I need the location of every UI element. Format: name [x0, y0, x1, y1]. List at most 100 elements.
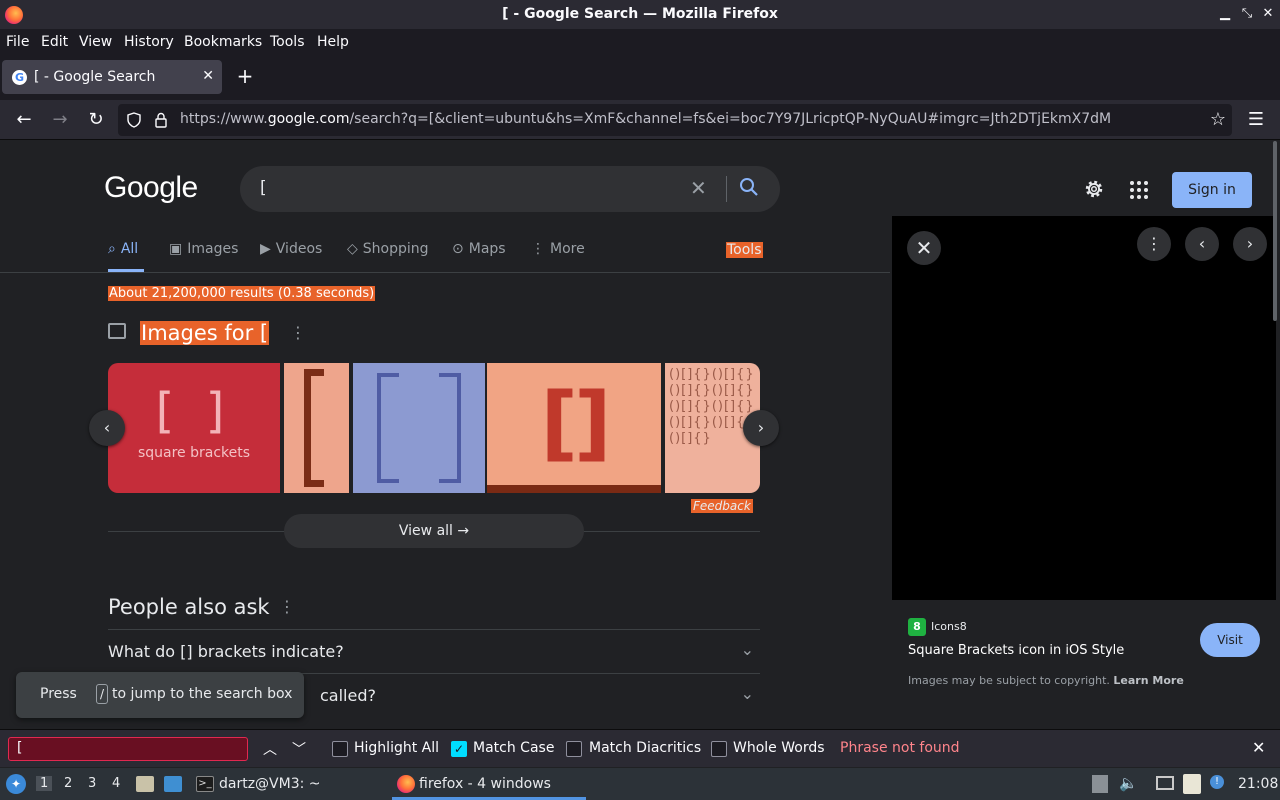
- workspace-2[interactable]: 2: [64, 776, 72, 791]
- image-thumb-red-braces[interactable]: []{}: [487, 363, 661, 493]
- carousel-next-button[interactable]: ›: [743, 410, 779, 446]
- workspace-3[interactable]: 3: [88, 776, 96, 791]
- search-box[interactable]: [ ✕: [240, 166, 780, 212]
- image-title[interactable]: Square Brackets icon in iOS Style: [908, 643, 1124, 658]
- thumb-left-bracket: [377, 373, 399, 483]
- paa-more-icon[interactable]: ⋮: [279, 599, 295, 615]
- copyright-note: Images may be subject to copyright. Lear…: [908, 674, 1184, 687]
- back-icon[interactable]: ←: [12, 108, 36, 132]
- match-diacritics-checkbox[interactable]: [566, 741, 582, 757]
- menu-edit[interactable]: Edit: [41, 34, 68, 50]
- active-tab-indicator: [108, 269, 144, 272]
- lock-icon[interactable]: [154, 112, 168, 128]
- url-bar[interactable]: https://www.google.com/search?q=[&client…: [118, 104, 1232, 136]
- source-name[interactable]: Icons8: [931, 620, 967, 633]
- search-icon[interactable]: [738, 176, 760, 198]
- images-heading[interactable]: Images for [: [140, 321, 270, 345]
- image-viewer[interactable]: [892, 216, 1276, 600]
- match-case-checkbox[interactable]: ✓: [451, 741, 467, 757]
- workspace-4[interactable]: 4: [112, 776, 120, 791]
- restore-icon[interactable]: ⤡: [1238, 5, 1256, 23]
- minimize-icon[interactable]: ▁: [1216, 5, 1234, 23]
- tab-close-icon[interactable]: ✕: [202, 68, 214, 84]
- tab-videos[interactable]: ▶ Videos: [260, 241, 322, 257]
- panel-more-icon[interactable]: ⋮: [1137, 227, 1171, 261]
- find-previous-icon[interactable]: ︿: [263, 739, 277, 759]
- google-apps-icon[interactable]: [1130, 181, 1148, 199]
- whole-words-checkbox[interactable]: [711, 741, 727, 757]
- clock[interactable]: 21:08: [1238, 776, 1278, 792]
- workspace-1[interactable]: 1: [36, 776, 53, 791]
- sign-in-button[interactable]: Sign in: [1172, 172, 1252, 208]
- whole-words-label[interactable]: Whole Words: [733, 740, 825, 756]
- search-input[interactable]: [: [260, 178, 267, 198]
- image-thumb-blue-brackets[interactable]: [353, 363, 485, 493]
- clipboard-icon[interactable]: [1183, 774, 1201, 794]
- reload-icon[interactable]: ↻: [84, 108, 108, 132]
- page-scrollbar[interactable]: [1273, 141, 1277, 321]
- forward-icon[interactable]: →: [48, 108, 72, 132]
- hamburger-menu-icon[interactable]: ☰: [1244, 108, 1268, 132]
- panel-prev-icon[interactable]: ‹: [1185, 227, 1219, 261]
- arrow-right-icon: →: [457, 523, 470, 539]
- thumb-right-bracket: [439, 373, 461, 483]
- updates-icon[interactable]: !: [1210, 775, 1224, 789]
- file-manager-icon[interactable]: [136, 776, 154, 792]
- show-desktop-icon[interactable]: [164, 776, 182, 792]
- menu-view[interactable]: View: [79, 34, 112, 50]
- tab-maps[interactable]: ⊙ Maps: [452, 241, 506, 257]
- highlight-all-label[interactable]: Highlight All: [354, 740, 439, 756]
- highlight-all-checkbox[interactable]: [332, 741, 348, 757]
- find-close-icon[interactable]: ✕: [1252, 738, 1265, 757]
- tab-shopping[interactable]: ◇ Shopping: [347, 241, 429, 257]
- image-thumb-square-brackets[interactable]: [ ] square brackets: [108, 363, 280, 493]
- search-divider: [726, 176, 727, 202]
- carousel-prev-button[interactable]: ‹: [89, 410, 125, 446]
- url-text[interactable]: https://www.google.com/search?q=[&client…: [180, 111, 1111, 127]
- icons8-logo-icon: 8: [908, 618, 926, 636]
- panel-next-icon[interactable]: ›: [1233, 227, 1267, 261]
- menu-tools[interactable]: Tools: [270, 34, 305, 50]
- tab-more[interactable]: ⋮ More: [531, 241, 585, 257]
- learn-more-link[interactable]: Learn More: [1113, 674, 1183, 687]
- view-all-button[interactable]: View all →: [284, 514, 584, 548]
- menu-file[interactable]: File: [6, 34, 29, 50]
- shield-icon[interactable]: [126, 112, 142, 128]
- volume-icon[interactable]: 🔈: [1119, 774, 1138, 792]
- app-menu-icon[interactable]: ✦: [6, 774, 26, 794]
- task-terminal[interactable]: dartz@VM3: ~: [219, 776, 321, 792]
- toast-text-press: Press: [40, 686, 77, 702]
- close-panel-button[interactable]: ✕: [907, 231, 941, 265]
- tab-all[interactable]: ⌕ All: [108, 241, 138, 257]
- menu-bookmarks[interactable]: Bookmarks: [184, 34, 262, 50]
- network-icon[interactable]: [1156, 776, 1174, 790]
- menu-history[interactable]: History: [124, 34, 174, 50]
- search-small-icon: ⌕: [108, 241, 116, 257]
- menu-help[interactable]: Help: [317, 34, 349, 50]
- new-tab-button[interactable]: +: [235, 64, 255, 88]
- image-thumb-orange-bracket[interactable]: [284, 363, 349, 493]
- match-case-label[interactable]: Match Case: [473, 740, 554, 756]
- more-vert-icon: ⋮: [531, 241, 545, 257]
- visit-button[interactable]: Visit: [1200, 623, 1260, 657]
- navigation-bar: ← → ↻ https://www.google.com/search?q=[&…: [0, 100, 1280, 140]
- paa-question-1[interactable]: What do [] brackets indicate? ⌄: [108, 629, 760, 673]
- tools-button[interactable]: Tools: [726, 242, 763, 258]
- find-next-icon[interactable]: ﹀: [292, 739, 306, 759]
- settings-gear-icon[interactable]: [1083, 178, 1105, 200]
- match-diacritics-label[interactable]: Match Diacritics: [589, 740, 701, 756]
- google-logo[interactable]: Google: [104, 171, 198, 205]
- find-input[interactable]: [: [8, 737, 248, 761]
- tray-notification-icon[interactable]: [1092, 775, 1108, 793]
- feedback-link[interactable]: Feedback: [691, 499, 753, 513]
- bookmark-star-icon[interactable]: ☆: [1210, 109, 1226, 130]
- clear-icon[interactable]: ✕: [690, 176, 707, 200]
- firefox-task-icon: [397, 775, 415, 793]
- images-more-icon[interactable]: ⋮: [290, 325, 306, 341]
- tab-images[interactable]: ▣ Images: [169, 241, 238, 257]
- close-icon[interactable]: ✕: [1259, 5, 1277, 23]
- task-firefox[interactable]: firefox - 4 windows: [419, 776, 551, 792]
- toast-key: /: [96, 684, 108, 704]
- tab-google-search[interactable]: G [ - Google Search ✕: [2, 60, 222, 94]
- tab-title: [ - Google Search: [34, 69, 156, 85]
